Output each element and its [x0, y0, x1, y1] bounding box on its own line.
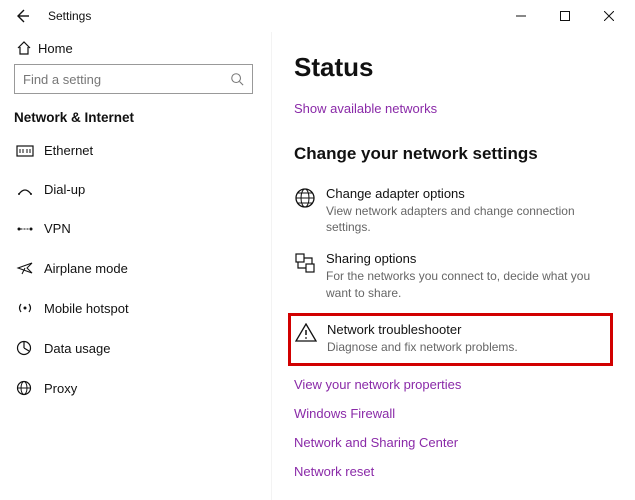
search-placeholder: Find a setting	[23, 72, 101, 87]
search-icon	[230, 72, 244, 86]
warning-icon	[295, 322, 327, 355]
sidebar-item-proxy[interactable]: Proxy	[0, 368, 267, 408]
maximize-button[interactable]	[543, 1, 587, 31]
titlebar: Settings	[0, 0, 635, 32]
sidebar-item-hotspot[interactable]: Mobile hotspot	[0, 288, 267, 328]
minimize-icon	[516, 11, 526, 21]
minimize-button[interactable]	[499, 1, 543, 31]
page-title: Status	[294, 52, 617, 83]
sidebar-item-airplane[interactable]: Airplane mode	[0, 248, 267, 288]
adapter-icon	[294, 186, 326, 235]
sidebar-home[interactable]: Home	[0, 32, 267, 64]
option-title: Network troubleshooter	[327, 322, 518, 337]
sidebar-item-label: VPN	[44, 221, 71, 236]
option-title: Change adapter options	[326, 186, 617, 201]
airplane-icon	[16, 260, 44, 276]
highlighted-option: Network troubleshooter Diagnose and fix …	[288, 313, 613, 366]
sidebar-item-ethernet[interactable]: Ethernet	[0, 131, 267, 170]
search-input[interactable]: Find a setting	[14, 64, 253, 94]
datausage-icon	[16, 340, 44, 356]
ethernet-icon	[16, 144, 44, 158]
sidebar-item-label: Data usage	[44, 341, 111, 356]
content: Status Show available networks Change yo…	[272, 32, 635, 500]
option-title: Sharing options	[326, 251, 617, 266]
sharing-icon	[294, 251, 326, 300]
sidebar: Home Find a setting Network & Internet E…	[0, 32, 272, 500]
sidebar-item-label: Mobile hotspot	[44, 301, 129, 316]
proxy-icon	[16, 380, 44, 396]
close-icon	[604, 11, 614, 21]
option-troubleshooter[interactable]: Network troubleshooter Diagnose and fix …	[295, 320, 604, 357]
window-controls	[499, 1, 631, 31]
window-title: Settings	[48, 9, 91, 23]
back-button[interactable]	[8, 8, 36, 24]
dialup-icon	[16, 183, 44, 197]
sidebar-item-label: Airplane mode	[44, 261, 128, 276]
link-reset[interactable]: Network reset	[294, 464, 374, 479]
sidebar-home-label: Home	[38, 41, 73, 56]
link-firewall[interactable]: Windows Firewall	[294, 406, 395, 421]
arrow-left-icon	[14, 8, 30, 24]
option-adapter[interactable]: Change adapter options View network adap…	[294, 180, 617, 245]
sidebar-item-label: Ethernet	[44, 143, 93, 158]
vpn-icon	[16, 222, 44, 236]
link-sharing-center[interactable]: Network and Sharing Center	[294, 435, 458, 450]
section-title: Change your network settings	[294, 144, 617, 164]
maximize-icon	[560, 11, 570, 21]
sidebar-item-dialup[interactable]: Dial-up	[0, 170, 267, 209]
hotspot-icon	[16, 300, 44, 316]
option-desc: Diagnose and fix network problems.	[327, 339, 518, 355]
sidebar-item-datausage[interactable]: Data usage	[0, 328, 267, 368]
show-networks-link[interactable]: Show available networks	[294, 101, 617, 116]
option-desc: View network adapters and change connect…	[326, 203, 617, 235]
sidebar-item-label: Proxy	[44, 381, 77, 396]
sidebar-category: Network & Internet	[0, 104, 267, 131]
link-properties[interactable]: View your network properties	[294, 377, 461, 392]
option-desc: For the networks you connect to, decide …	[326, 268, 617, 300]
close-button[interactable]	[587, 1, 631, 31]
home-icon	[16, 40, 38, 56]
option-sharing[interactable]: Sharing options For the networks you con…	[294, 245, 617, 310]
sidebar-item-vpn[interactable]: VPN	[0, 209, 267, 248]
sidebar-item-label: Dial-up	[44, 182, 85, 197]
